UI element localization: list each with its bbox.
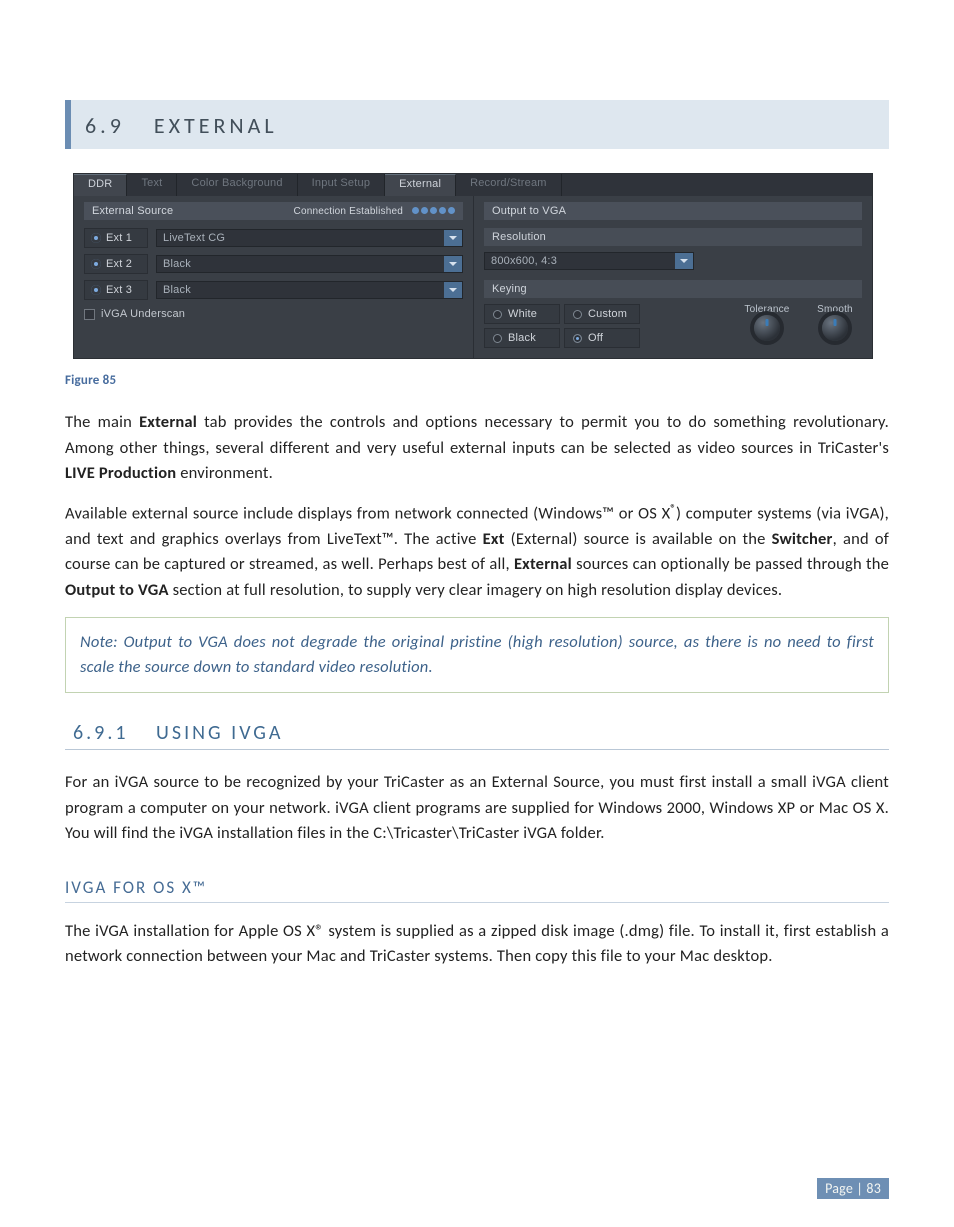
tab-input-setup[interactable]: Input Setup xyxy=(298,174,385,196)
keying-white-radio[interactable]: White xyxy=(484,304,560,324)
checkbox-icon xyxy=(84,309,95,320)
paragraph-1: The main External tab provides the contr… xyxy=(65,410,889,487)
ext1-dropdown[interactable]: LiveText CG xyxy=(156,229,463,247)
keying-black-radio[interactable]: Black xyxy=(484,328,560,348)
ext3-dropdown[interactable]: Black xyxy=(156,281,463,299)
figure-caption: Figure 85 xyxy=(65,373,889,388)
subheading-number: 6.9.1 xyxy=(73,721,129,745)
connection-status: Connection Established xyxy=(294,206,455,217)
chevron-down-icon xyxy=(444,282,462,298)
app-screenshot: DDR Text Color Background Input Setup Ex… xyxy=(73,173,873,359)
tab-ddr[interactable]: DDR xyxy=(74,174,127,196)
resolution-label: Resolution xyxy=(484,228,862,246)
chevron-down-icon xyxy=(675,253,693,269)
output-to-vga-header: Output to VGA xyxy=(484,202,862,220)
ext2-radio[interactable]: Ext 2 xyxy=(84,254,148,274)
subheading-title: USING IVGA xyxy=(156,721,283,745)
chevron-down-icon xyxy=(444,230,462,246)
paragraph-3: For an iVGA source to be recognized by y… xyxy=(65,770,889,847)
resolution-dropdown[interactable]: 800x600, 4:3 xyxy=(484,252,694,270)
tab-text[interactable]: Text xyxy=(127,174,177,196)
output-to-vga-panel: Output to VGA Resolution 800x600, 4:3 Ke… xyxy=(473,196,872,358)
tolerance-knob[interactable]: Tolerance xyxy=(740,304,794,341)
paragraph-2: Available external source include displa… xyxy=(65,501,889,604)
knob-icon xyxy=(754,315,780,341)
radio-on-icon xyxy=(91,233,101,243)
ivga-osx-heading: IVGA FOR OS X™ xyxy=(65,873,889,903)
radio-on-icon xyxy=(91,285,101,295)
ext1-radio[interactable]: Ext 1 xyxy=(84,228,148,248)
external-source-header: External Source Connection Established xyxy=(84,202,463,220)
paragraph-4: The iVGA installation for Apple OS X® sy… xyxy=(65,919,889,970)
smooth-knob[interactable]: Smooth xyxy=(808,304,862,341)
chevron-down-icon xyxy=(444,256,462,272)
note-box: Note: Output to VGA does not degrade the… xyxy=(65,617,889,693)
external-source-panel: External Source Connection Established E… xyxy=(74,196,473,358)
keying-custom-radio[interactable]: Custom xyxy=(564,304,640,324)
ivga-underscan-row[interactable]: iVGA Underscan xyxy=(84,308,463,320)
tab-color-background[interactable]: Color Background xyxy=(177,174,297,196)
section-heading-6-9: 6.9 EXTERNAL xyxy=(65,100,889,149)
keying-label: Keying xyxy=(484,280,862,298)
output-to-vga-title: Output to VGA xyxy=(492,205,566,217)
ext2-dropdown[interactable]: Black xyxy=(156,255,463,273)
page-number: Page | 83 xyxy=(817,1178,889,1199)
tab-bar: DDR Text Color Background Input Setup Ex… xyxy=(74,174,872,196)
external-source-title: External Source xyxy=(92,205,173,217)
status-dots-icon xyxy=(412,207,455,214)
tab-record-stream[interactable]: Record/Stream xyxy=(456,174,562,196)
ext3-row: Ext 3 Black xyxy=(84,280,463,300)
tab-external[interactable]: External xyxy=(385,174,456,196)
keying-off-radio[interactable]: Off xyxy=(564,328,640,348)
section-heading-6-9-1: 6.9.1 USING IVGA xyxy=(65,715,889,750)
ext3-radio[interactable]: Ext 3 xyxy=(84,280,148,300)
heading-number: 6.9 xyxy=(85,112,125,139)
ext1-row: Ext 1 LiveText CG xyxy=(84,228,463,248)
knob-icon xyxy=(822,315,848,341)
radio-on-icon xyxy=(91,259,101,269)
heading-title: EXTERNAL xyxy=(154,112,278,139)
ext2-row: Ext 2 Black xyxy=(84,254,463,274)
ivga-underscan-label: iVGA Underscan xyxy=(101,308,185,320)
